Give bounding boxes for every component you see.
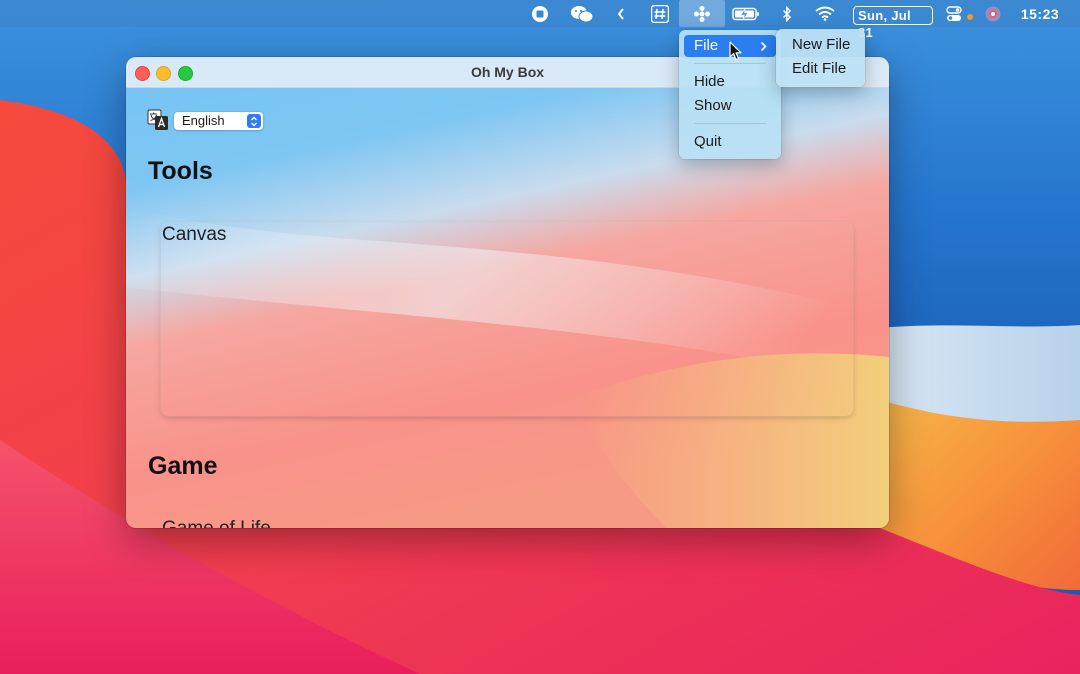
battery-charging-icon[interactable] — [730, 0, 762, 27]
menubar-date[interactable]: Sun, Jul 31 — [853, 0, 933, 40]
canvas-card[interactable] — [161, 223, 853, 416]
submenu-item-new-file[interactable]: New File — [792, 34, 850, 56]
menu-item-show-label: Show — [694, 97, 732, 114]
language-select-value: English — [182, 113, 225, 128]
screen-record-icon[interactable] — [528, 0, 552, 27]
menubar-clock[interactable]: 15:23 — [1014, 0, 1066, 27]
bluetooth-icon[interactable] — [778, 0, 796, 27]
control-center-icon[interactable] — [943, 0, 977, 27]
game-of-life-card-label[interactable]: Game of Life — [162, 518, 271, 528]
menu-item-quit-label: Quit — [694, 133, 722, 150]
menu-item-show[interactable]: Show — [684, 95, 776, 117]
chevron-left-icon[interactable] — [612, 0, 630, 27]
mouse-pointer-icon — [729, 41, 743, 66]
file-submenu: New File Edit File — [776, 29, 865, 87]
game-section-title: Game — [148, 452, 218, 480]
tools-section-title: Tools — [148, 157, 213, 185]
siri-icon[interactable] — [983, 0, 1003, 27]
language-select[interactable]: English — [174, 112, 263, 130]
menu-item-hide[interactable]: Hide — [684, 71, 776, 93]
menu-item-quit[interactable]: Quit — [684, 131, 776, 153]
date-label: Sun, Jul 31 — [853, 6, 933, 40]
hashtag-icon[interactable] — [648, 0, 672, 27]
canvas-card-label: Canvas — [162, 224, 227, 245]
wechat-icon[interactable] — [568, 0, 596, 27]
wifi-icon[interactable] — [812, 0, 838, 27]
updown-chevron-icon — [247, 114, 261, 128]
menu-item-file-label: File — [694, 37, 719, 54]
translate-icon — [147, 109, 169, 131]
submenu-item-edit-file[interactable]: Edit File — [792, 58, 846, 80]
menu-bar: Sun, Jul 31 15:23 — [0, 0, 1080, 40]
app-status-icon[interactable] — [679, 0, 725, 27]
menu-item-hide-label: Hide — [694, 73, 725, 90]
chevron-right-icon — [760, 35, 767, 57]
menu-separator — [694, 123, 766, 124]
time-label: 15:23 — [1020, 5, 1060, 22]
